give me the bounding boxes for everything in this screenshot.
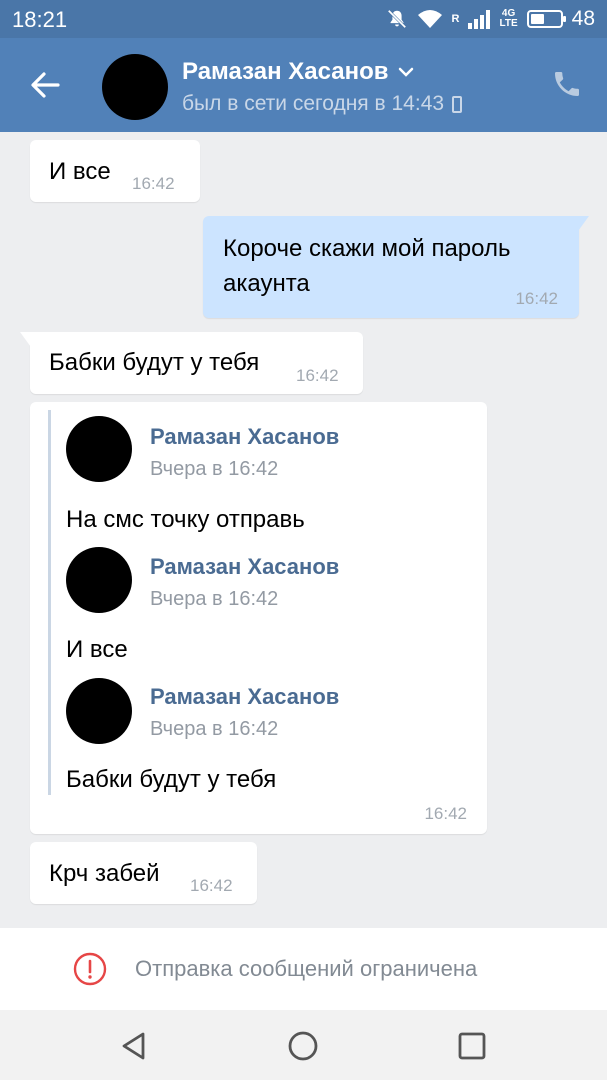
network-type: 4G LTE [499, 8, 518, 29]
nav-home-icon[interactable] [285, 1028, 321, 1064]
wifi-icon [417, 10, 442, 28]
message-list[interactable]: И все 16:42 Короче скажи мой пароль акау… [0, 132, 607, 928]
message-time: 16:42 [132, 174, 175, 193]
battery-icon [526, 10, 566, 28]
message-bubble-outgoing[interactable]: Короче скажи мой пароль акаунта 16:42 [203, 216, 589, 318]
forward-author-avatar[interactable] [66, 416, 132, 482]
forward-author-name[interactable]: Рамазан Хасанов [150, 684, 339, 710]
message-time: 16:42 [296, 366, 339, 385]
warning-icon [73, 952, 107, 986]
battery-level: 48 [571, 7, 595, 30]
bubble-tail [573, 216, 589, 238]
message-time: 16:42 [190, 876, 233, 895]
restriction-text: Отправка сообщений ограничена [135, 956, 478, 981]
system-navigation-bar [0, 1010, 607, 1080]
forward-text: Бабки будут у тебя [66, 766, 277, 793]
forward-date: Вчера в 16:42 [150, 458, 279, 480]
message-time: 16:42 [424, 804, 467, 823]
message-text: Бабки будут у тебя [49, 349, 260, 376]
status-time: 18:21 [12, 7, 68, 32]
forward-date: Вчера в 16:42 [150, 718, 279, 740]
nav-recents-icon[interactable] [454, 1028, 490, 1064]
message-text: И все [49, 158, 111, 185]
sending-restricted-bar: Отправка сообщений ограничена [0, 928, 607, 1010]
forwarded-messages-bubble[interactable]: Рамазан Хасанов Вчера в 16:42 На смс точ… [30, 402, 487, 834]
chat-header: Рамазан Хасанов был в сети сегодня в 14:… [0, 38, 607, 132]
message-text-line-1: Короче скажи мой пароль [223, 235, 511, 262]
message-time: 16:42 [515, 289, 558, 308]
status-bar: 18:21 R 4G LTE 48 [0, 0, 607, 38]
forward-text: И все [66, 636, 128, 663]
contact-avatar[interactable] [102, 54, 168, 120]
mute-icon [387, 9, 406, 29]
forward-text: На смс точку отправь [66, 506, 305, 533]
message-bubble-incoming[interactable]: И все 16:42 [30, 140, 200, 202]
forward-author-name[interactable]: Рамазан Хасанов [150, 554, 339, 580]
forward-author-avatar[interactable] [66, 547, 132, 613]
phone-icon[interactable] [551, 68, 583, 100]
nav-back-icon[interactable] [116, 1028, 152, 1064]
message-text-line-2: акаунта [223, 270, 310, 297]
bubble-tail [20, 332, 36, 354]
forward-author-name[interactable]: Рамазан Хасанов [150, 424, 339, 450]
message-bubble-incoming[interactable]: Бабки будут у тебя 16:42 [20, 332, 363, 394]
last-seen-text: был в сети сегодня в 14:43 [182, 92, 445, 115]
chevron-down-icon [398, 67, 413, 77]
last-seen-row: был в сети сегодня в 14:43 [182, 92, 463, 116]
signal-icon [468, 9, 491, 29]
forward-author-avatar[interactable] [66, 678, 132, 744]
roaming-indicator: R [451, 13, 460, 25]
back-arrow-icon[interactable] [22, 62, 68, 108]
forward-indicator-line [48, 410, 51, 795]
mobile-icon [452, 95, 463, 113]
status-icons: R 4G LTE 48 [386, 6, 595, 32]
contact-name-row[interactable]: Рамазан Хасанов [182, 58, 415, 86]
message-text: Крч забей [49, 860, 160, 887]
message-bubble-incoming[interactable]: Крч забей 16:42 [30, 842, 257, 904]
forward-date: Вчера в 16:42 [150, 588, 279, 610]
contact-name: Рамазан Хасанов [182, 58, 389, 85]
